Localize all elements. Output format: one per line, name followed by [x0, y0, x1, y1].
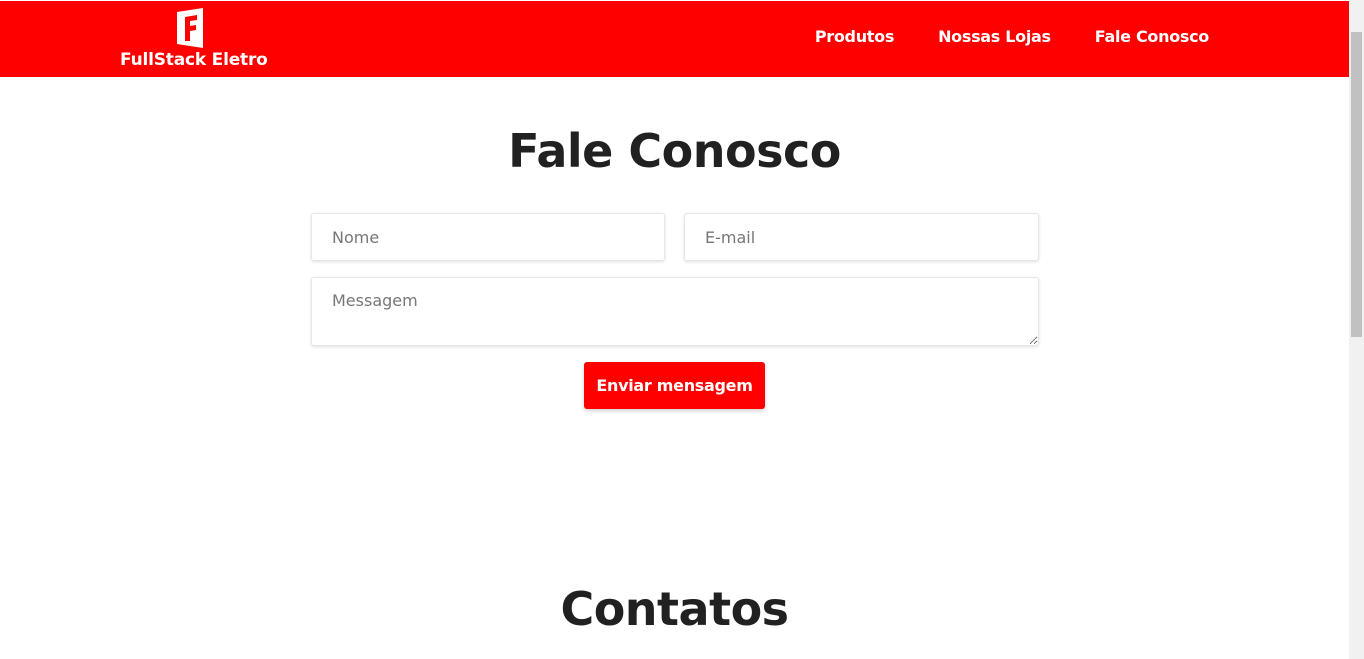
nav-link-nossas-lojas[interactable]: Nossas Lojas [938, 27, 1051, 46]
email-input[interactable] [684, 213, 1039, 261]
page-title: Fale Conosco [508, 124, 841, 178]
contacts-title: Contatos [560, 582, 789, 636]
message-textarea[interactable] [311, 277, 1039, 346]
nav-link-produtos[interactable]: Produtos [815, 27, 895, 46]
nav-link-fale-conosco[interactable]: Fale Conosco [1095, 27, 1210, 46]
page-scrollbar[interactable] [1349, 0, 1364, 659]
logo-text: FullStack Eletro [120, 50, 268, 70]
name-input[interactable] [311, 213, 665, 261]
site-header: FullStack Eletro Produtos Nossas Lojas F… [0, 1, 1349, 77]
logo[interactable]: FullStack Eletro [118, 7, 268, 71]
page: FullStack Eletro Produtos Nossas Lojas F… [0, 0, 1349, 659]
main-nav: Produtos Nossas Lojas Fale Conosco [771, 27, 1209, 46]
logo-f-icon [177, 8, 203, 48]
scrollbar-thumb[interactable] [1351, 32, 1362, 337]
send-message-button[interactable]: Enviar mensagem [584, 362, 765, 409]
